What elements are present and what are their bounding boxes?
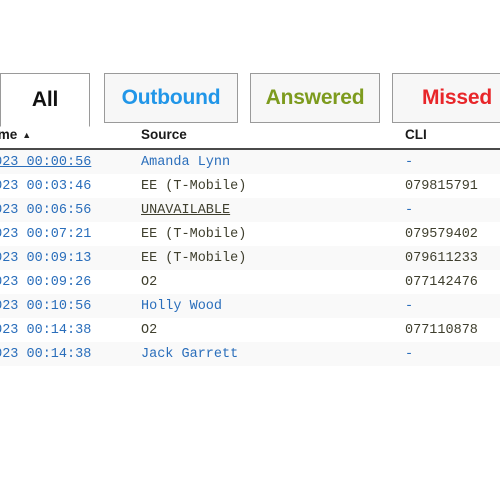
call-time-link[interactable]: 2023 00:09:13 — [0, 251, 91, 266]
table-row[interactable]: 2023 00:06:56 UNAVAILABLE - — [0, 198, 500, 222]
call-log-table: Time ▲ Source CLI 2023 00:00:56 Amanda Lyn… — [0, 127, 500, 366]
table-row[interactable]: 2023 00:03:46 EE (T-Mobile) 079815791 — [0, 174, 500, 198]
table-row[interactable]: 2023 00:14:38 O2 077110878 — [0, 318, 500, 342]
column-header-source[interactable]: Source — [141, 127, 405, 150]
cell-source[interactable]: EE (T-Mobile) — [141, 174, 405, 198]
cell-time[interactable]: 2023 00:14:38 — [0, 342, 141, 366]
table-row[interactable]: 2023 00:07:21 EE (T-Mobile) 079579402 — [0, 222, 500, 246]
cli-number: 077110878 — [405, 322, 478, 338]
cell-source[interactable]: EE (T-Mobile) — [141, 246, 405, 270]
tab-outbound[interactable]: Outbound — [104, 73, 238, 123]
table-row[interactable]: 2023 00:14:38 Jack Garrett - — [0, 342, 500, 366]
cli-number: 079815791 — [405, 178, 478, 194]
cli-empty-dash: - — [405, 202, 414, 218]
call-time-link[interactable]: 2023 00:07:21 — [0, 227, 91, 242]
cell-cli[interactable]: - — [405, 198, 500, 222]
cell-cli[interactable]: - — [405, 342, 500, 366]
table-body: 2023 00:00:56 Amanda Lynn - 2023 00:03:46 EE… — [0, 149, 500, 366]
cell-source[interactable]: O2 — [141, 318, 405, 342]
cell-source[interactable]: Holly Wood — [141, 294, 405, 318]
cell-time[interactable]: 2023 00:14:38 — [0, 318, 141, 342]
table-row[interactable]: 2023 00:10:56 Holly Wood - — [0, 294, 500, 318]
tab-missed-label: Missed — [422, 86, 492, 109]
cell-source[interactable]: O2 — [141, 270, 405, 294]
call-time-link[interactable]: 2023 00:00:56 — [0, 155, 91, 170]
cell-cli[interactable]: 079815791 — [405, 174, 500, 198]
cell-time[interactable]: 2023 00:10:56 — [0, 294, 141, 318]
tab-all-label: All — [31, 88, 59, 111]
column-header-cli-label: CLI — [405, 127, 427, 142]
tab-answered-label: Answered — [265, 86, 365, 109]
call-time-link[interactable]: 2023 00:10:56 — [0, 299, 91, 314]
cell-cli[interactable]: 079579402 — [405, 222, 500, 246]
page-viewport: All Outbound Answered Missed Time ▲ Source — [0, 0, 500, 500]
source-contact-link[interactable]: Amanda Lynn — [141, 155, 230, 170]
cell-time[interactable]: 2023 00:06:56 — [0, 198, 141, 222]
source-label: EE (T-Mobile) — [141, 250, 247, 266]
call-filter-tabs: All Outbound Answered Missed — [0, 73, 500, 199]
cli-empty-dash: - — [405, 154, 414, 170]
cell-time[interactable]: 2023 00:09:13 — [0, 246, 141, 270]
call-time-link[interactable]: 2023 00:03:46 — [0, 179, 91, 194]
cli-empty-dash: - — [405, 298, 414, 314]
column-header-time-label: Time — [0, 127, 18, 142]
column-header-cli[interactable]: CLI — [405, 127, 500, 150]
column-header-time[interactable]: Time ▲ — [0, 127, 141, 150]
cell-source[interactable]: Amanda Lynn — [141, 149, 405, 174]
tab-all[interactable]: All — [0, 73, 90, 127]
source-contact-link[interactable]: Holly Wood — [141, 299, 222, 314]
column-header-source-label: Source — [141, 127, 187, 142]
source-label: O2 — [141, 322, 158, 338]
call-time-link[interactable]: 2023 00:14:38 — [0, 347, 91, 362]
cli-number: 077142476 — [405, 274, 478, 290]
source-label: O2 — [141, 274, 158, 290]
table-row[interactable]: 2023 00:00:56 Amanda Lynn - — [0, 149, 500, 174]
cell-source[interactable]: Jack Garrett — [141, 342, 405, 366]
cell-source[interactable]: EE (T-Mobile) — [141, 222, 405, 246]
tab-answered[interactable]: Answered — [250, 73, 380, 123]
call-time-link[interactable]: 2023 00:09:26 — [0, 275, 91, 290]
cell-time[interactable]: 2023 00:00:56 — [0, 149, 141, 174]
source-label: EE (T-Mobile) — [141, 178, 247, 194]
cli-number: 079579402 — [405, 226, 478, 242]
cell-time[interactable]: 2023 00:09:26 — [0, 270, 141, 294]
cell-time[interactable]: 2023 00:07:21 — [0, 222, 141, 246]
cli-number: 079611233 — [405, 250, 478, 266]
source-label: UNAVAILABLE — [141, 202, 231, 218]
source-contact-link[interactable]: Jack Garrett — [141, 347, 238, 362]
table-row[interactable]: 2023 00:09:13 EE (T-Mobile) 079611233 — [0, 246, 500, 270]
table-header: Time ▲ Source CLI — [0, 127, 500, 150]
cell-time[interactable]: 2023 00:03:46 — [0, 174, 141, 198]
table-row[interactable]: 2023 00:09:26 O2 077142476 — [0, 270, 500, 294]
cell-cli[interactable]: 079611233 — [405, 246, 500, 270]
table-header-row: Time ▲ Source CLI — [0, 127, 500, 150]
tab-outbound-label: Outbound — [121, 86, 221, 109]
cell-cli[interactable]: - — [405, 149, 500, 174]
cell-cli[interactable]: 077142476 — [405, 270, 500, 294]
cell-source[interactable]: UNAVAILABLE — [141, 198, 405, 222]
call-log-table-wrap: Time ▲ Source CLI 2023 00:00:56 Amanda Lyn… — [0, 127, 500, 366]
call-time-link[interactable]: 2023 00:14:38 — [0, 323, 91, 338]
cell-cli[interactable]: - — [405, 294, 500, 318]
tab-missed[interactable]: Missed — [392, 73, 500, 123]
call-time-link[interactable]: 2023 00:06:56 — [0, 203, 91, 218]
source-label: EE (T-Mobile) — [141, 226, 247, 242]
cli-empty-dash: - — [405, 346, 414, 362]
cell-cli[interactable]: 077110878 — [405, 318, 500, 342]
sort-ascending-icon: ▲ — [22, 130, 32, 140]
